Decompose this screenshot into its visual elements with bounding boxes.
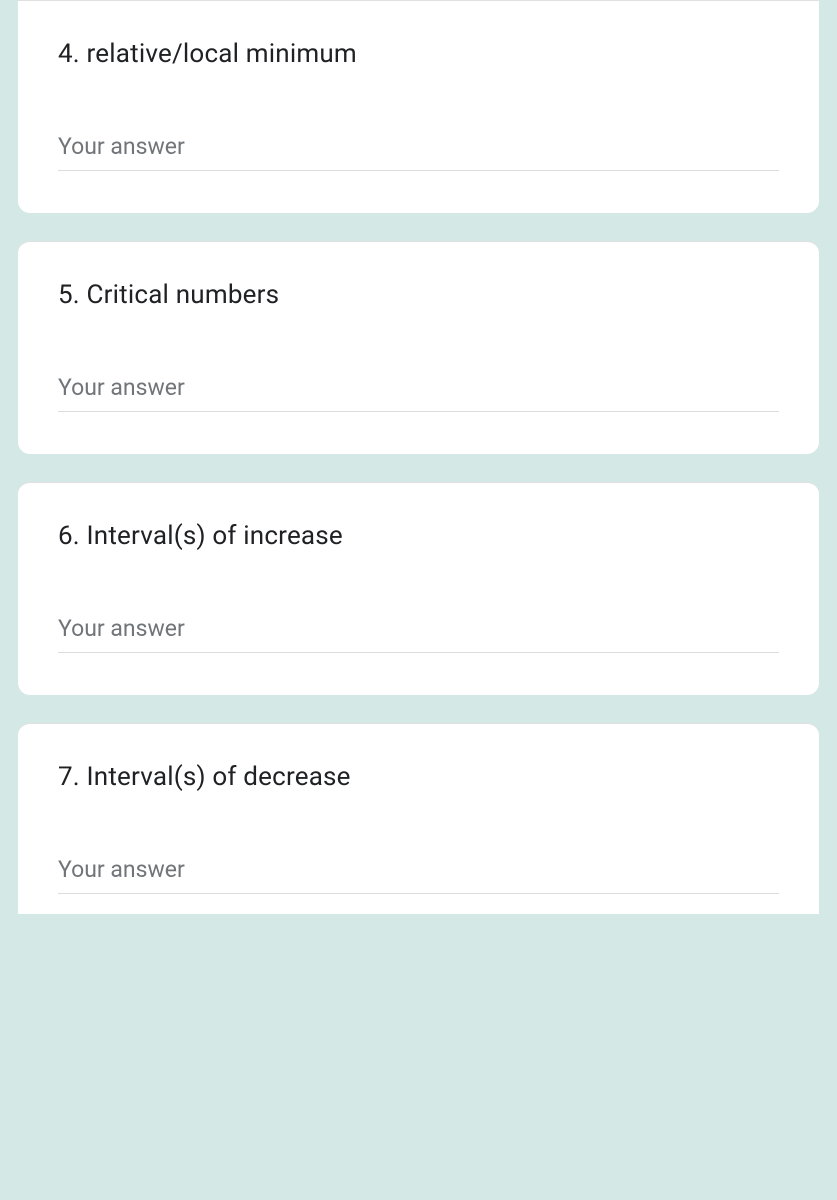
question-card-6: 6. Interval(s) of increase xyxy=(18,482,819,695)
form-container: 4. relative/local minimum 5. Critical nu… xyxy=(0,0,837,914)
answer-input-4[interactable] xyxy=(58,127,779,171)
question-card-5: 5. Critical numbers xyxy=(18,241,819,454)
question-card-4: 4. relative/local minimum xyxy=(18,0,819,213)
question-card-7: 7. Interval(s) of decrease xyxy=(18,723,819,914)
question-title: 5. Critical numbers xyxy=(58,280,779,310)
question-title: 4. relative/local minimum xyxy=(58,39,779,69)
answer-input-7[interactable] xyxy=(58,850,779,894)
question-title: 6. Interval(s) of increase xyxy=(58,521,779,551)
answer-input-5[interactable] xyxy=(58,368,779,412)
answer-input-6[interactable] xyxy=(58,609,779,653)
question-title: 7. Interval(s) of decrease xyxy=(58,762,779,792)
